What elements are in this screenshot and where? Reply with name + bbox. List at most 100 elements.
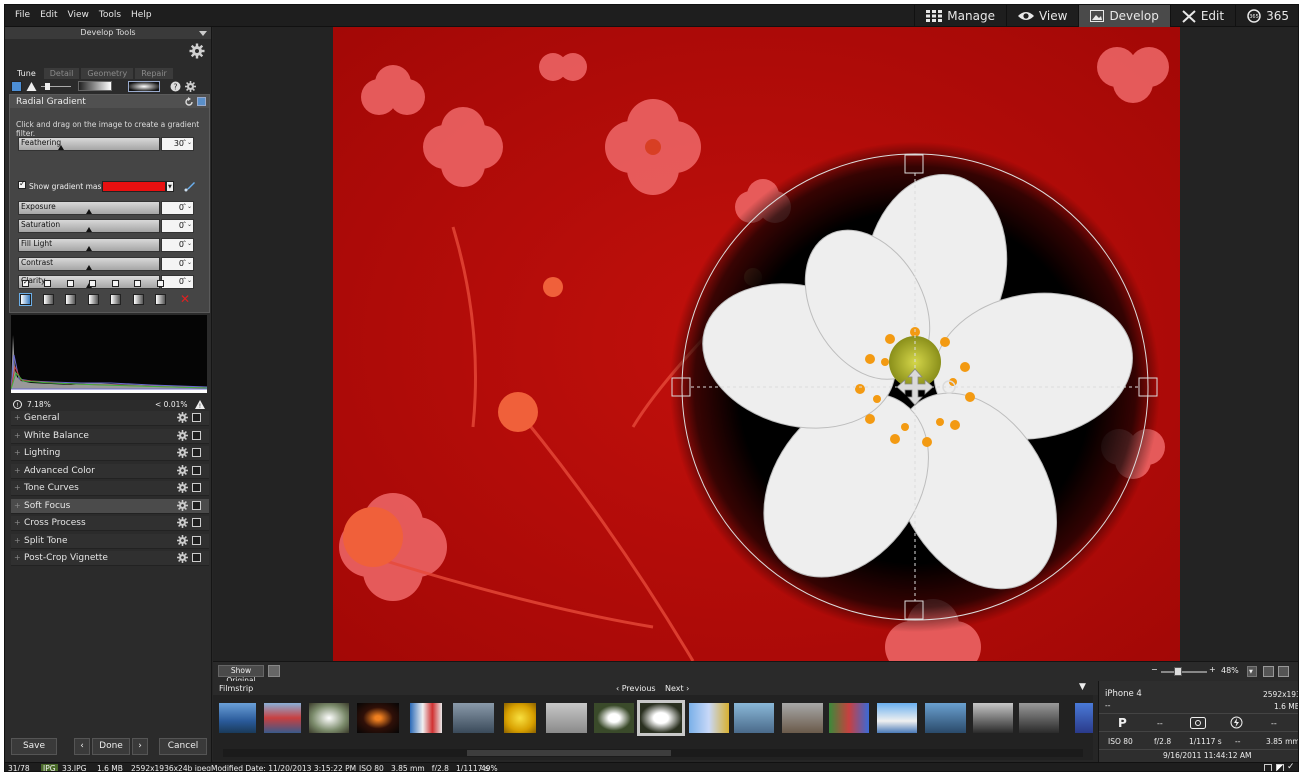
- photo-canvas[interactable]: [333, 27, 1180, 661]
- section-enable-checkbox[interactable]: [192, 500, 201, 510]
- slider-knob[interactable]: [86, 246, 92, 251]
- filmstrip-thumbnail[interactable]: [410, 703, 442, 733]
- scrollbar-thumb[interactable]: [467, 750, 671, 756]
- preset-checkbox-2[interactable]: [44, 280, 51, 287]
- filmstrip-thumbnail[interactable]: [689, 703, 729, 733]
- feathering-slider[interactable]: Feathering 30 ⌃⌄: [18, 137, 194, 151]
- chevron-down-icon[interactable]: ▼: [1079, 682, 1086, 692]
- slider-knob[interactable]: [86, 209, 92, 214]
- expand-icon[interactable]: +: [14, 483, 21, 492]
- show-mask-checkbox[interactable]: [18, 179, 26, 189]
- menu-view[interactable]: View: [68, 10, 89, 20]
- filmstrip-thumbnail[interactable]: [877, 703, 917, 733]
- spinner-icon[interactable]: ⌃⌄: [182, 221, 192, 228]
- gear-icon[interactable]: [177, 517, 188, 528]
- section-cross-process[interactable]: + Cross Process: [11, 516, 209, 531]
- mode-365[interactable]: 365 365: [1235, 5, 1298, 27]
- help-icon[interactable]: ?: [170, 81, 181, 92]
- gear-icon[interactable]: [177, 499, 188, 511]
- expand-icon[interactable]: +: [14, 536, 21, 545]
- fit-window-icon[interactable]: [1278, 666, 1289, 677]
- section-enable-checkbox[interactable]: [192, 465, 201, 475]
- gear-icon[interactable]: [177, 534, 188, 546]
- mode-manage[interactable]: Manage: [914, 5, 1006, 27]
- brush-slider-icon[interactable]: [41, 81, 71, 92]
- spinner-icon[interactable]: ⌃⌄: [182, 259, 192, 266]
- gear-icon[interactable]: [177, 412, 188, 423]
- filmstrip-thumbnail[interactable]: [594, 703, 634, 733]
- slider-contrast[interactable]: Contrast 0 ⌃⌄: [18, 257, 194, 271]
- preset-checkbox-1[interactable]: ✓: [22, 278, 29, 287]
- section-lighting[interactable]: + Lighting: [11, 446, 209, 461]
- zoom-dropdown[interactable]: ▼: [1247, 666, 1257, 677]
- filmstrip-thumbnail[interactable]: [453, 703, 494, 733]
- radial-gradient-enable-checkbox[interactable]: [197, 97, 206, 106]
- menu-edit[interactable]: Edit: [40, 10, 57, 20]
- filmstrip-previous[interactable]: ‹ Previous: [616, 684, 656, 693]
- zoom-slider[interactable]: [1161, 671, 1207, 673]
- tab-geometry[interactable]: Geometry: [81, 68, 134, 79]
- actual-size-icon[interactable]: [1263, 666, 1274, 677]
- preset-icon-7[interactable]: [155, 294, 166, 305]
- gear-icon[interactable]: [177, 482, 188, 493]
- preset-icon-5[interactable]: [110, 294, 121, 305]
- filmstrip-thumbnail[interactable]: [973, 703, 1013, 733]
- expand-icon[interactable]: +: [14, 431, 21, 440]
- cancel-button[interactable]: Cancel: [159, 738, 207, 755]
- brush-icon[interactable]: [184, 180, 196, 192]
- delete-icon[interactable]: ✕: [180, 292, 190, 306]
- filmstrip-thumbnail[interactable]: [309, 703, 349, 733]
- menu-file[interactable]: File: [15, 10, 30, 20]
- check-icon[interactable]: ✓: [1287, 762, 1295, 771]
- gear-icon[interactable]: [177, 464, 188, 476]
- layout-icon[interactable]: [1264, 764, 1272, 771]
- mask-color-dropdown[interactable]: ▼: [166, 181, 174, 192]
- expand-icon[interactable]: +: [14, 553, 21, 562]
- save-button[interactable]: Save: [11, 738, 57, 755]
- reset-icon[interactable]: [184, 97, 194, 107]
- collapse-icon[interactable]: [199, 31, 207, 36]
- preset-icon-1[interactable]: [19, 293, 32, 306]
- spinner-icon[interactable]: ⌃⌄: [182, 240, 192, 247]
- zoom-slider-knob[interactable]: [1174, 667, 1182, 676]
- section-enable-checkbox[interactable]: [192, 535, 201, 545]
- filmstrip-next[interactable]: Next ›: [665, 684, 689, 693]
- menu-tools[interactable]: Tools: [99, 10, 121, 20]
- section-split-tone[interactable]: + Split Tone: [11, 533, 209, 549]
- next-button[interactable]: ›: [132, 738, 148, 755]
- gear-icon[interactable]: [177, 429, 188, 441]
- section-soft-focus[interactable]: + Soft Focus: [11, 498, 209, 514]
- done-button[interactable]: Done: [92, 738, 130, 755]
- expand-icon[interactable]: +: [14, 466, 21, 475]
- preset-checkbox-6[interactable]: [134, 280, 141, 287]
- section-post-crop-vignette[interactable]: + Post-Crop Vignette: [11, 551, 209, 566]
- mode-edit[interactable]: Edit: [1169, 5, 1235, 27]
- gear-icon[interactable]: [177, 447, 188, 458]
- filmstrip-thumbnail[interactable]: [1075, 703, 1093, 733]
- preset-icon-6[interactable]: [133, 294, 144, 305]
- expand-icon[interactable]: +: [14, 501, 21, 510]
- slider-fill-light[interactable]: Fill Light 0 ⌃⌄: [18, 238, 194, 252]
- previous-button[interactable]: ‹: [74, 738, 90, 755]
- spinner-icon[interactable]: ⌃⌄: [182, 203, 192, 210]
- linear-gradient-tool[interactable]: [78, 81, 112, 91]
- filmstrip-thumbnail[interactable]: [357, 703, 399, 733]
- show-original-button[interactable]: Show Original: [218, 665, 264, 685]
- filmstrip-thumbnail[interactable]: [1019, 703, 1059, 733]
- background-toggle-icon[interactable]: [1276, 764, 1284, 771]
- shadow-clip-warning-icon[interactable]: !: [13, 400, 22, 409]
- radial-gradient-tool[interactable]: [128, 80, 160, 92]
- section-tone-curves[interactable]: + Tone Curves: [11, 481, 209, 496]
- settings-icon[interactable]: [185, 80, 196, 92]
- histogram-toggle-icon[interactable]: [11, 80, 22, 92]
- gear-icon[interactable]: [189, 43, 205, 59]
- filmstrip-thumbnail[interactable]: [829, 703, 869, 733]
- filmstrip-thumbnail[interactable]: [734, 703, 774, 733]
- warning-icon[interactable]: [26, 81, 37, 92]
- filmstrip-thumbnail[interactable]: [264, 703, 301, 733]
- section-enable-checkbox[interactable]: [192, 553, 201, 562]
- preset-checkbox-4[interactable]: [89, 280, 96, 287]
- menu-help[interactable]: Help: [131, 10, 152, 20]
- slider-knob[interactable]: [86, 265, 92, 270]
- compare-icon[interactable]: [268, 665, 280, 677]
